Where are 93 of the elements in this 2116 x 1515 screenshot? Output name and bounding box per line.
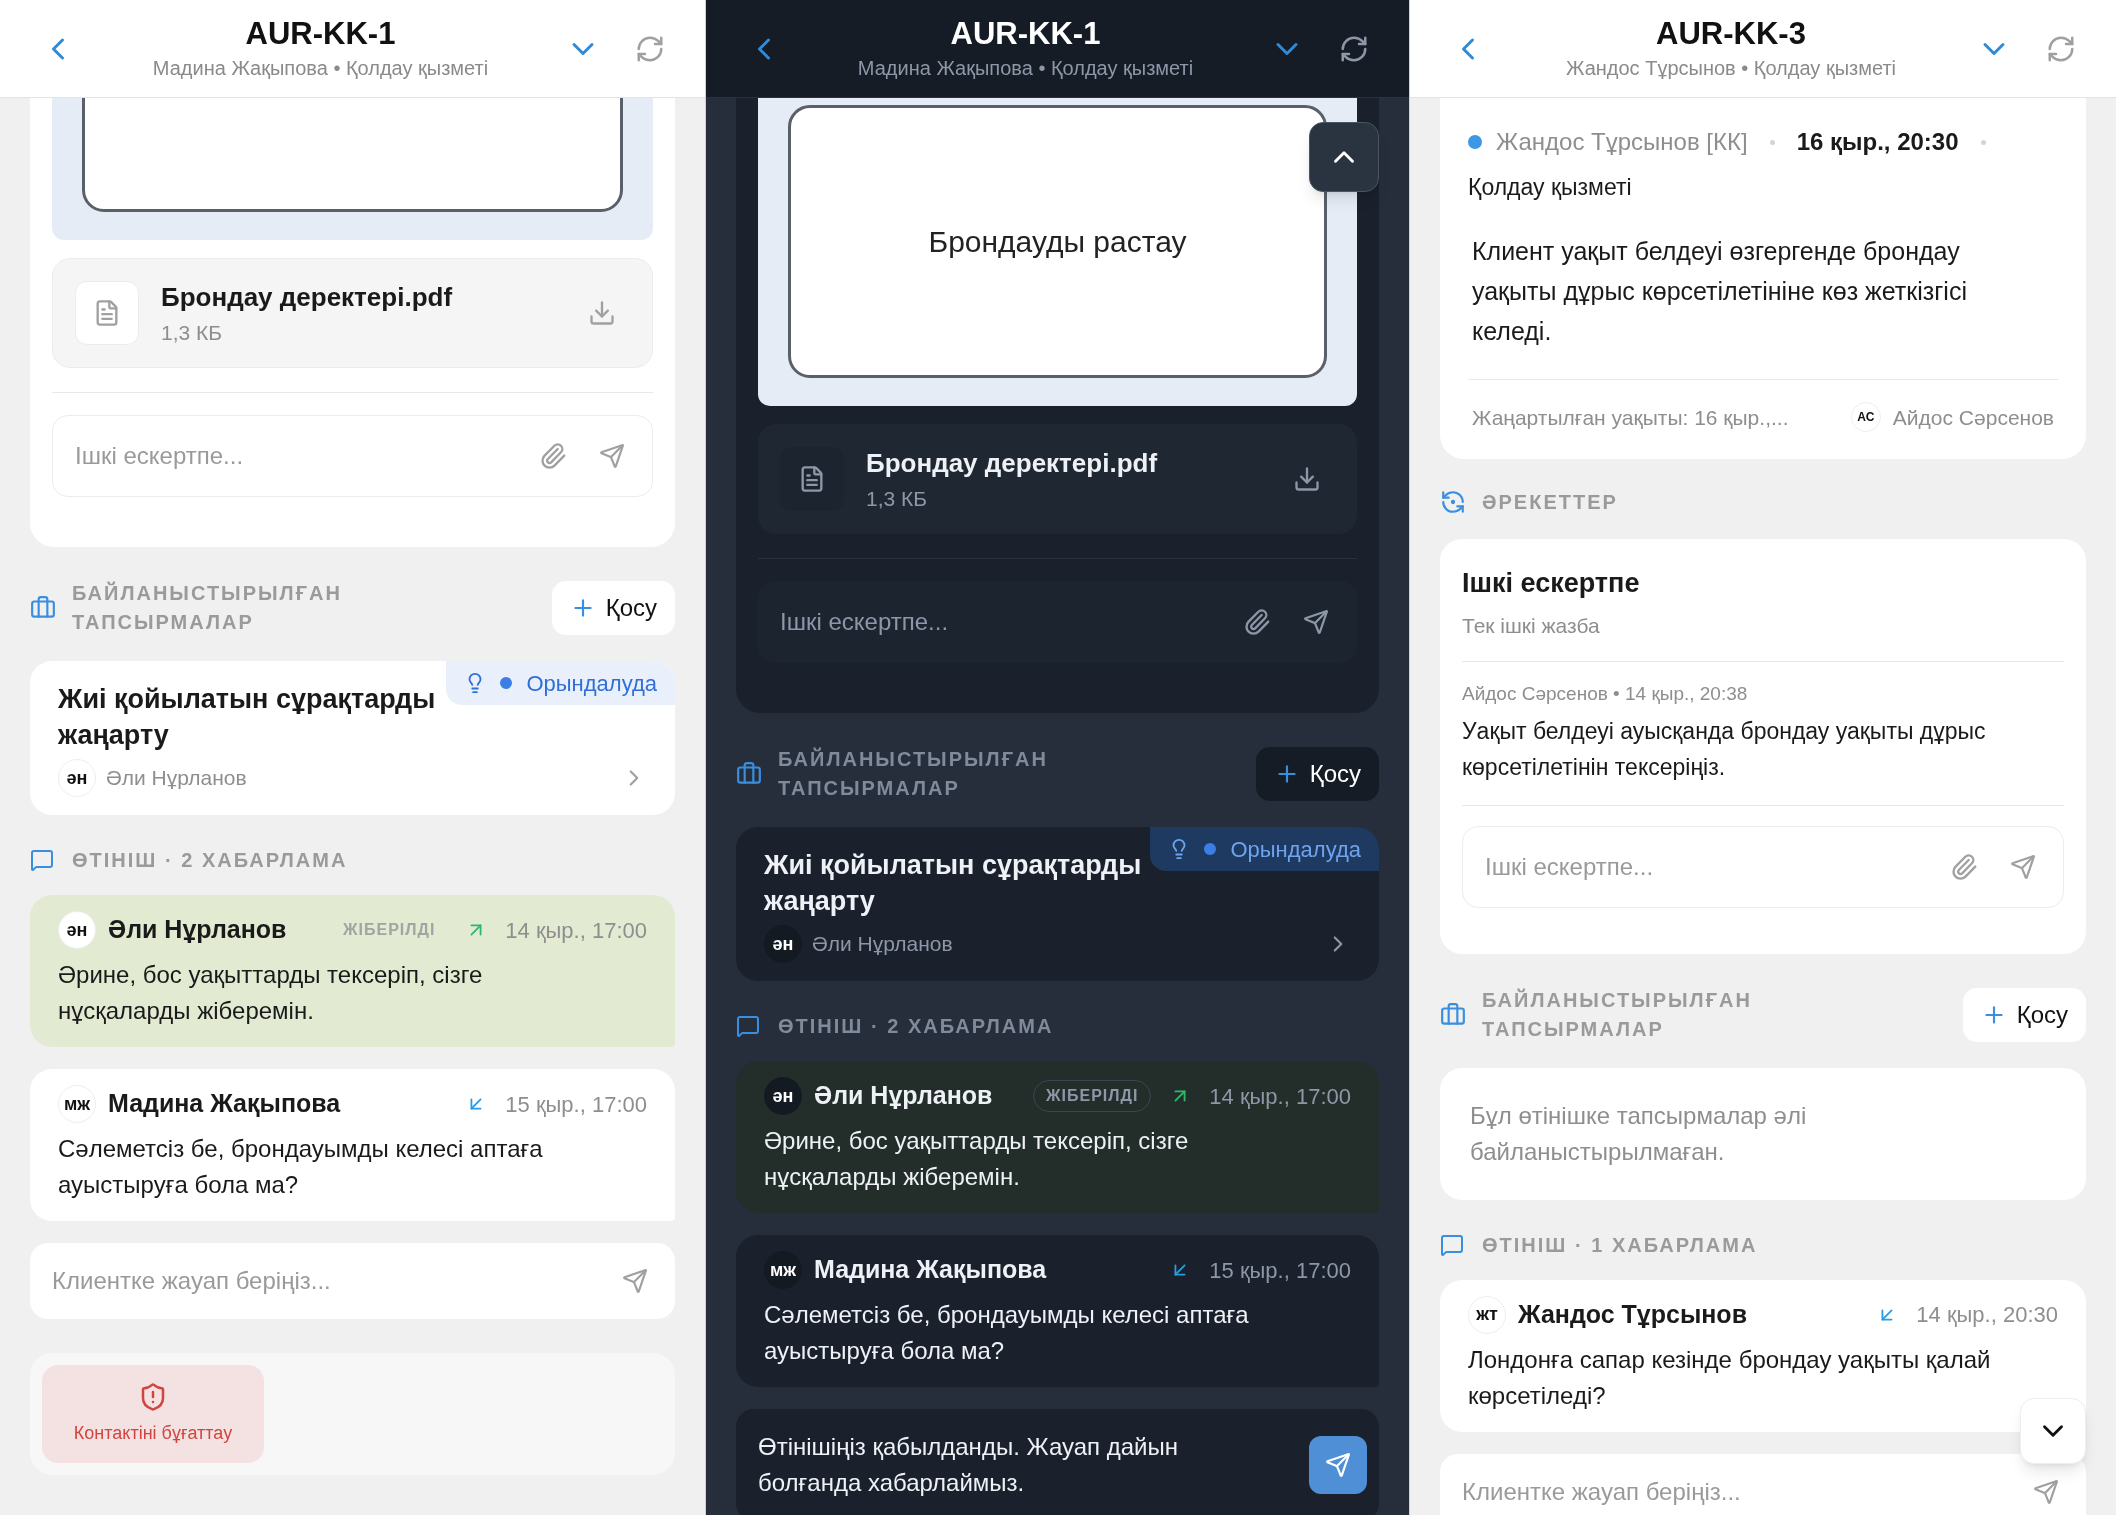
message-time: 14 қыр., 17:00 xyxy=(505,916,647,945)
message-time: 14 қыр., 17:00 xyxy=(1209,1082,1351,1111)
file-size: 1,3 КБ xyxy=(161,319,224,346)
file-size: 1,3 КБ xyxy=(866,485,929,512)
send-icon[interactable] xyxy=(2010,853,2036,880)
chat-icon xyxy=(30,848,54,872)
attachment-card[interactable]: Брондау деректері.pdf 1,3 КБ xyxy=(52,258,653,368)
section-title: ӨТІНІШ · 2 ХАБАРЛАМА xyxy=(778,1014,1054,1039)
task-card[interactable]: Орындалуда Жиі қойылатын сұрақтарды жаңарту ән Әли Нұрланов xyxy=(736,827,1379,981)
ticket-time: 16 қыр., 20:30 xyxy=(1796,127,1959,157)
action-subtitle: Тек ішкі жазба xyxy=(1462,612,1601,639)
preview-caption: Брондауды растау xyxy=(928,224,1187,260)
ticket-author: Жандос Тұрсынов [КК] xyxy=(1496,127,1748,157)
assignee-name: Әли Нұрланов xyxy=(812,931,953,958)
avatar: ән xyxy=(764,1077,802,1115)
scroll-up-button[interactable] xyxy=(1309,122,1379,192)
note-field[interactable]: Ішкі ескертпе... xyxy=(1462,825,2064,908)
author-name: Әли Нұрланов xyxy=(108,914,287,946)
status-badge: Орындалуда xyxy=(1150,827,1379,871)
message-time: 15 қыр., 17:00 xyxy=(505,1090,647,1119)
reply-field[interactable]: Клиентке жауап беріңіз... xyxy=(30,1243,675,1319)
add-button[interactable]: Қосу xyxy=(551,581,675,635)
avatar: АС xyxy=(1850,402,1881,433)
author-name: Мадина Жақыпова xyxy=(814,1254,1047,1286)
author-name: Жандос Тұрсынов xyxy=(1518,1298,1747,1330)
send-icon xyxy=(1325,1452,1351,1478)
briefcase-icon xyxy=(30,595,56,621)
chat-icon xyxy=(736,1014,760,1038)
status-badge: Орындалуда xyxy=(446,661,675,705)
message-text: Әрине, бос уақыттарды тексеріп, сізге нұсқаларды жіберемін. xyxy=(764,1126,1190,1192)
message-text: Әрине, бос уақыттарды тексеріп, сізге нұсқаларды жіберемін. xyxy=(58,960,484,1026)
block-contact-button[interactable]: Контактіні бұғаттау xyxy=(42,1365,264,1463)
send-icon xyxy=(622,1268,648,1294)
editor-name: Айдос Сәрсенов xyxy=(1892,404,2054,431)
task-card[interactable]: Орындалуда Жиі қойылатын сұрақтарды жаңарту ән Әли Нұрланов xyxy=(30,661,675,815)
paperclip-icon[interactable] xyxy=(1243,608,1271,636)
ticket-title: AUR-KK-1 xyxy=(245,14,396,53)
send-icon[interactable] xyxy=(599,443,625,469)
avatar: мж xyxy=(764,1251,802,1289)
briefcase-icon xyxy=(736,761,762,787)
message-text: Сәлеметсіз бе, брондауымды келесі аптаға ауыстыруға бола ма? xyxy=(58,1134,544,1200)
section-title: ӨТІНІШ · 1 ХАБАРЛАМА xyxy=(1482,1232,1758,1258)
ticket-body: Клиент уақыт белдеуі өзгергенде брондау уақыты дұрыс көрсетілетініне көз жеткізгісі келеді. xyxy=(1471,235,1968,347)
ticket-team: Қолдау қызметі xyxy=(1468,173,1633,202)
chat-icon xyxy=(1440,1232,1464,1257)
send-icon xyxy=(2033,1478,2059,1505)
note-field[interactable]: Ішкі ескертпе... xyxy=(52,415,653,497)
note-field[interactable]: Ішкі ескертпе... xyxy=(758,581,1357,663)
ticket-subtitle: Мадина Жақыпова • Қолдау қызметі xyxy=(857,55,1194,81)
briefcase-icon xyxy=(1440,1001,1466,1028)
section-title: БАЙЛАНЫСТЫРЫЛҒАН ТАПСЫРМАЛАР xyxy=(1482,987,1753,1042)
avatar: жт xyxy=(1468,1295,1506,1334)
avatar: мж xyxy=(58,1085,96,1123)
task-title: Жиі қойылатын сұрақтарды жаңарту xyxy=(764,849,1143,918)
section-title: ӘРЕКЕТТЕР xyxy=(1482,490,1618,515)
task-title: Жиі қойылатын сұрақтарды жаңарту xyxy=(58,683,437,752)
message-time: 15 қыр., 17:00 xyxy=(1209,1256,1351,1285)
author-name: Әли Нұрланов xyxy=(814,1080,993,1112)
ticket-title: AUR-KK-1 xyxy=(950,14,1101,53)
author-name: Мадина Жақыпова xyxy=(108,1088,341,1120)
assignee-name: Әли Нұрланов xyxy=(106,765,247,792)
note-text: Уақыт белдеуі ауысқанда брондау уақыты дұрыс көрсетілетінін тексеріңіз. xyxy=(1462,716,1987,782)
file-name: Брондау деректері.pdf xyxy=(161,280,454,314)
add-button[interactable]: Қосу xyxy=(1962,987,2086,1042)
avatar: ән xyxy=(58,911,96,949)
message-time: 14 қыр., 20:30 xyxy=(1916,1301,2058,1329)
paperclip-icon[interactable] xyxy=(539,442,567,470)
avatar: ән xyxy=(764,925,802,963)
empty-text: Бұл өтінішке тапсырмалар әлі байланыстырылмаған. xyxy=(1470,1100,1808,1167)
download-icon[interactable] xyxy=(588,299,616,327)
section-title: БАЙЛАНЫСТЫРЫЛҒАН ТАПСЫРМАЛАР xyxy=(778,746,1049,801)
ticket-subtitle: Жандос Тұрсынов • Қолдау қызметі xyxy=(1565,55,1897,81)
file-name: Брондау деректері.pdf xyxy=(866,446,1159,480)
reply-field[interactable]: Клиентке жауап беріңіз... xyxy=(1440,1453,2086,1515)
message-text: Лондонға сапар кезінде брондау уақыты қалай көрсетіледі? xyxy=(1468,1344,1992,1411)
section-title: ӨТІНІШ · 2 ХАБАРЛАМА xyxy=(72,848,348,873)
reply-field[interactable]: Өтінішіңіз қабылданды. Жауап дайын болғанда хабарлаймыз. xyxy=(736,1409,1379,1515)
sent-status: ЖІБЕРІЛДІ xyxy=(342,920,437,940)
message-text: Сәлеметсіз бе, брондауымды келесі аптаға ауыстыруға бола ма? xyxy=(764,1300,1250,1366)
note-meta: Айдос Сәрсенов • 14 қыр., 20:38 xyxy=(1462,682,1749,706)
add-button[interactable]: Қосу xyxy=(1255,747,1379,801)
attachment-card[interactable]: Брондау деректері.pdf 1,3 КБ xyxy=(758,424,1357,534)
updated-time: Жаңартылған уақыты: 16 қыр.,... xyxy=(1472,404,1789,431)
paperclip-icon[interactable] xyxy=(1950,852,1978,881)
section-title: БАЙЛАНЫСТЫРЫЛҒАН ТАПСЫРМАЛАР xyxy=(72,580,343,635)
send-icon[interactable] xyxy=(1303,609,1329,635)
ticket-title: AUR-KK-3 xyxy=(1656,14,1806,53)
history-icon xyxy=(1440,489,1466,515)
action-title: Ішкі ескертпе xyxy=(1462,567,1641,600)
avatar: ән xyxy=(58,759,96,797)
ticket-subtitle: Мадина Жақыпова • Қолдау қызметі xyxy=(152,55,489,81)
send-button[interactable] xyxy=(1309,1436,1367,1494)
download-icon[interactable] xyxy=(1293,465,1321,493)
